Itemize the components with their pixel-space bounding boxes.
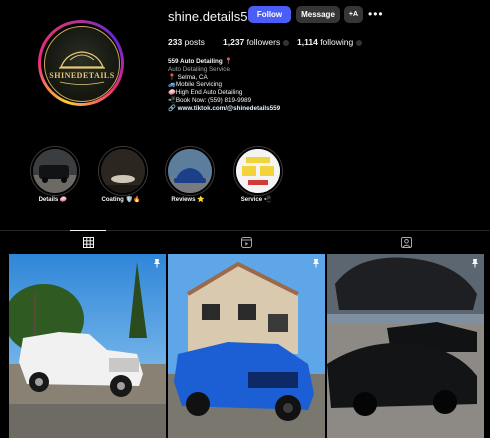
bio-phone: 📲Book Now: (559) 819-9989 — [168, 96, 252, 104]
active-tab-indicator — [70, 230, 106, 231]
bio-link-row[interactable]: 🔗 www.tiktok.com/@shinedetails559 — [168, 105, 388, 113]
post-thumbnail[interactable] — [327, 254, 484, 438]
bio-location: 📍 Selma, CA — [168, 73, 208, 81]
post-thumbnail[interactable] — [168, 254, 325, 438]
tagged-icon — [400, 237, 412, 248]
link-icon: 🔗 — [168, 104, 178, 112]
bio-category: Auto Detailing Service — [168, 65, 230, 73]
avatar: SHINEDETAILS — [44, 26, 120, 102]
follow-button[interactable]: Follow — [248, 6, 291, 23]
bio-name: 559 Auto Detailing 📍 — [168, 58, 233, 65]
highlight-label: Service 📲 — [240, 197, 272, 203]
tab-posts[interactable] — [82, 237, 94, 248]
highlight-cover-image — [236, 149, 280, 193]
followers-count[interactable]: 1,237 followers — [223, 37, 290, 47]
highlight-label: Details 🧼 — [38, 197, 68, 203]
highlight-label: Coating 🛡️🔥 — [101, 197, 141, 203]
suggest-accounts-button[interactable]: +A — [344, 6, 363, 23]
posts-count: 233 posts — [168, 37, 205, 47]
highlight-cover-image — [33, 149, 77, 193]
pinned-post-icon — [154, 259, 160, 268]
more-options-icon[interactable]: ••• — [368, 7, 384, 21]
profile-bio: 559 Auto Detailing 📍 Auto Detailing Serv… — [168, 58, 388, 113]
following-count[interactable]: 1,114 following — [297, 37, 363, 47]
highlight-coating[interactable] — [98, 146, 148, 196]
add-user-icon: +A — [348, 11, 359, 18]
loading-dot-icon — [283, 39, 290, 46]
post-image-black-cars — [327, 254, 484, 438]
message-button[interactable]: Message — [296, 6, 340, 23]
car-logo-icon — [59, 51, 105, 85]
grid-icon — [82, 237, 94, 248]
avatar-logo-text: SHINEDETAILS — [49, 71, 115, 80]
bio-line: 🧼High End Auto Detailing — [168, 89, 243, 97]
bio-link[interactable]: www.tiktok.com/@shinedetails559 — [178, 105, 281, 112]
reels-icon — [240, 237, 252, 248]
post-image-white-truck — [9, 254, 166, 438]
post-thumbnail[interactable] — [9, 254, 166, 438]
loading-dot-icon — [356, 39, 363, 46]
highlight-cover-image — [168, 149, 212, 193]
pinned-post-icon — [472, 259, 478, 268]
highlight-service[interactable] — [233, 146, 283, 196]
highlight-label: Reviews ⭐ — [171, 197, 205, 203]
highlight-details[interactable] — [30, 146, 80, 196]
highlight-cover-image — [101, 149, 145, 193]
highlight-reviews[interactable] — [165, 146, 215, 196]
post-image-blue-truck — [168, 254, 325, 438]
pinned-post-icon — [313, 259, 319, 268]
tab-tagged[interactable] — [400, 237, 412, 248]
profile-avatar-ring[interactable]: SHINEDETAILS — [38, 20, 124, 106]
tab-reels[interactable] — [240, 237, 252, 248]
